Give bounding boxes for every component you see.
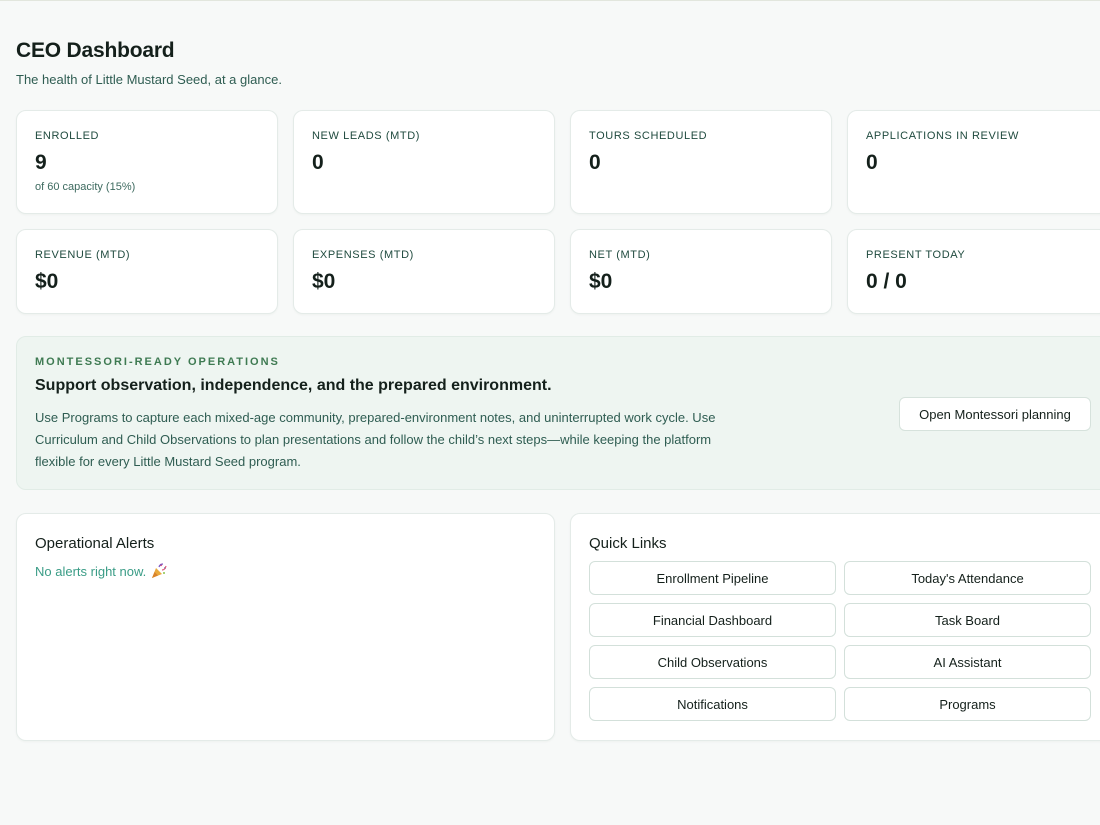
stat-value: 0 [589, 151, 601, 174]
stat-label: NEW LEADS (MTD) [312, 130, 420, 142]
quick-link-financial-dashboard[interactable]: Financial Dashboard [589, 603, 836, 637]
alerts-empty-state: No alerts right now. [35, 562, 168, 580]
quick-link-task-board[interactable]: Task Board [844, 603, 1091, 637]
stat-card-net: NET (MTD) $0 [570, 229, 832, 314]
quick-link-child-observations[interactable]: Child Observations [589, 645, 836, 679]
page-title: CEO Dashboard [16, 39, 175, 62]
stat-value: 0 / 0 [866, 270, 907, 293]
quick-links-title: Quick Links [589, 535, 667, 552]
banner-body: Use Programs to capture each mixed-age c… [35, 410, 716, 469]
quick-link-enrollment-pipeline[interactable]: Enrollment Pipeline [589, 561, 836, 595]
open-montessori-planning-button[interactable]: Open Montessori planning [899, 397, 1091, 431]
stat-label: NET (MTD) [589, 249, 651, 261]
quick-link-todays-attendance[interactable]: Today's Attendance [844, 561, 1091, 595]
banner-heading: Support observation, independence, and t… [35, 377, 552, 394]
stat-value: $0 [589, 270, 613, 293]
stat-label: REVENUE (MTD) [35, 249, 131, 261]
operational-alerts-card: Operational Alerts No alerts right now. [16, 513, 555, 741]
alerts-title: Operational Alerts [35, 535, 155, 552]
stat-label: EXPENSES (MTD) [312, 249, 414, 261]
party-popper-icon [152, 563, 167, 578]
stat-label: TOURS SCHEDULED [589, 130, 708, 142]
stat-card-expenses: EXPENSES (MTD) $0 [293, 229, 555, 314]
stat-value: $0 [312, 270, 336, 293]
stat-note: of 60 capacity (15%) [35, 181, 136, 193]
stat-value: 0 [312, 151, 324, 174]
quick-link-notifications[interactable]: Notifications [589, 687, 836, 721]
quick-links-card: Quick Links Enrollment Pipeline Today's … [570, 513, 1100, 741]
stat-value: 9 [35, 151, 47, 174]
page-subtitle: The health of Little Mustard Seed, at a … [16, 72, 282, 87]
stat-label: APPLICATIONS IN REVIEW [866, 130, 1019, 142]
stat-card-new-leads: NEW LEADS (MTD) 0 [293, 110, 555, 214]
montessori-banner: MONTESSORI-READY OPERATIONS Support obse… [16, 336, 1100, 490]
alerts-empty-text: No alerts right now. [35, 563, 147, 579]
stat-value: $0 [35, 270, 59, 293]
stat-card-applications-in-review: APPLICATIONS IN REVIEW 0 [847, 110, 1100, 214]
quick-link-programs[interactable]: Programs [844, 687, 1091, 721]
stat-card-revenue: REVENUE (MTD) $0 [16, 229, 278, 314]
stat-card-present-today: PRESENT TODAY 0 / 0 [847, 229, 1100, 314]
stat-card-enrolled: ENROLLED 9 of 60 capacity (15%) [16, 110, 278, 214]
stat-label: PRESENT TODAY [866, 249, 966, 261]
top-divider [0, 0, 1100, 1]
stat-card-tours-scheduled: TOURS SCHEDULED 0 [570, 110, 832, 214]
quick-link-ai-assistant[interactable]: AI Assistant [844, 645, 1091, 679]
stat-label: ENROLLED [35, 130, 100, 142]
banner-eyebrow: MONTESSORI-READY OPERATIONS [35, 356, 280, 368]
stat-value: 0 [866, 151, 878, 174]
